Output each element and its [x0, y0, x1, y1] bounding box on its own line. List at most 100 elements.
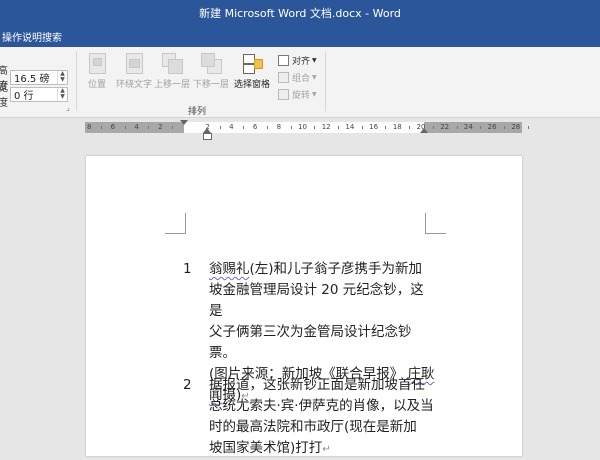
paragraph-text[interactable]: 据报道，这张新钞正面是新加坡首任 总统尤索夫·宾·伊萨克的肖像，以及当 时的最高…	[209, 375, 437, 460]
position-button[interactable]: 位置	[79, 53, 115, 90]
width-spin-arrows[interactable]: ▲ ▼	[57, 87, 67, 101]
position-icon	[87, 53, 107, 74]
window-title: 新建 Microsoft Word 文档.docx - Word	[199, 7, 401, 20]
ruler-number: 6	[252, 123, 258, 131]
ruler-number: 2	[158, 123, 163, 131]
ruler-number: 18	[392, 123, 402, 131]
ruler-number: 4	[229, 123, 234, 131]
ruler-number: 22	[440, 123, 450, 131]
ruler-tick	[361, 126, 363, 129]
text-line[interactable]: 总统尤索夫·宾·伊萨克的肖像，以及当	[209, 396, 437, 417]
bring-forward-icon	[162, 53, 183, 74]
ruler-tick	[266, 126, 268, 129]
width-spinner[interactable]: 0 行 ▲ ▼	[10, 86, 68, 102]
list-item[interactable]: 1 翁赐礼(左)和儿子翁子彦携手为新加 坡金融管理局设计 20 元纪念钞，这是 …	[183, 259, 443, 403]
height-spinner[interactable]: 16.5 磅 ▲ ▼	[10, 69, 68, 85]
arrange-group-label: 排列	[188, 107, 207, 117]
text-line[interactable]: 坡金融管理局设计 20 元纪念钞，这是	[209, 280, 437, 322]
selection-pane-button[interactable]: 选择窗格	[233, 53, 271, 90]
spin-down-icon[interactable]: ▼	[60, 77, 65, 83]
ruler-tick	[432, 126, 434, 129]
ruler-tick	[219, 126, 221, 129]
rotate-icon	[278, 89, 289, 100]
chevron-down-icon: ▼	[312, 91, 317, 98]
height-value[interactable]: 16.5 磅	[14, 70, 49, 85]
selection-pane-label: 选择窗格	[233, 80, 270, 90]
dialog-launcher-icon[interactable]: ⌟	[66, 103, 70, 112]
width-row: 宽度 0 行 ▲ ▼	[0, 83, 68, 109]
send-backward-label: 下移一层	[193, 80, 230, 90]
ruler-number: 28	[511, 123, 521, 131]
width-value[interactable]: 0 行	[14, 87, 34, 102]
ruler-tick	[243, 126, 245, 129]
ruler-number: 14	[345, 123, 355, 131]
rotate-button[interactable]: 旋转 ▼	[278, 87, 317, 102]
first-line-indent-marker[interactable]	[180, 120, 188, 125]
send-backward-button[interactable]: 下移一层	[193, 53, 229, 90]
text-line[interactable]: 坡国家美术馆)打打↵	[209, 438, 437, 460]
ruler-tick	[480, 126, 482, 129]
text-span[interactable]: (左)和儿子翁子彦携手为新加	[250, 261, 423, 277]
chevron-down-icon: ▼	[312, 74, 317, 81]
ruler-number: 10	[298, 123, 307, 131]
text-line[interactable]: 父子俩第三次为金管局设计纪念钞票。	[209, 322, 437, 364]
rotate-label: 旋转	[292, 91, 311, 101]
ruler-tick	[101, 126, 103, 129]
ruler-tick	[338, 126, 340, 129]
wrap-text-button[interactable]: 环绕文字	[114, 53, 154, 90]
chevron-down-icon: ▼	[312, 57, 317, 64]
title-bar: 新建 Microsoft Word 文档.docx - Word	[0, 0, 600, 26]
text-line[interactable]: 据报道，这张新钞正面是新加坡首任	[209, 375, 437, 396]
group-label: 组合	[292, 74, 311, 84]
text-line[interactable]: 翁赐礼(左)和儿子翁子彦携手为新加	[209, 259, 437, 280]
ruler-number: 8	[276, 123, 282, 131]
ruler-tick	[124, 126, 126, 129]
group-icon	[278, 72, 289, 83]
ribbon: 高度 16.5 磅 ▲▼ 宽度 0 行 ▲▼ ⌟ 位置 环绕文字 上移一层	[0, 47, 600, 118]
height-spin-arrows[interactable]: ▲ ▼	[57, 70, 67, 84]
ruler-tick	[409, 126, 411, 129]
list-item[interactable]: 2 据报道，这张新钞正面是新加坡首任 总统尤索夫·宾·伊萨克的肖像，以及当 时的…	[183, 375, 443, 459]
wrap-text-icon	[124, 53, 144, 74]
text-line[interactable]: 时的最高法院和市政厅(现在是新加	[209, 417, 437, 438]
ruler-tick	[172, 126, 174, 129]
height-row: 高度 16.5 磅 ▲ ▼	[0, 66, 68, 92]
left-indent-marker[interactable]	[203, 133, 212, 140]
align-icon	[278, 55, 289, 66]
wrap-text-label: 环绕文字	[115, 80, 152, 90]
ruler-tick	[503, 126, 505, 129]
text-span[interactable]: 坡国家美术馆)打打	[209, 440, 322, 456]
right-indent-marker[interactable]	[420, 128, 428, 133]
ruler-tick	[314, 126, 316, 129]
send-backward-icon	[201, 53, 222, 74]
position-label: 位置	[87, 80, 106, 90]
document-page[interactable]: 1 翁赐礼(左)和儿子翁子彦携手为新加 坡金融管理局设计 20 元纪念钞，这是 …	[86, 156, 522, 456]
spin-down-icon[interactable]: ▼	[60, 94, 65, 100]
horizontal-ruler[interactable]: 8 6 4 2 2 4 6 8 10 12 14 16 18 20 22 24 26 28	[85, 122, 529, 133]
ruler-number: 6	[110, 123, 116, 131]
ruler-tick	[290, 126, 292, 129]
tell-me-text[interactable]: 操作说明搜索	[2, 29, 62, 44]
ribbon-separator	[76, 51, 77, 111]
ruler-tick	[527, 126, 529, 129]
align-button[interactable]: 对齐 ▼	[278, 53, 317, 68]
tell-me-bar[interactable]: 操作说明搜索	[0, 26, 600, 47]
align-label: 对齐	[292, 57, 311, 67]
ruler-number: 26	[487, 123, 497, 131]
ruler-number: 8	[86, 123, 92, 131]
ruler-number: 4	[134, 123, 139, 131]
group-button[interactable]: 组合 ▼	[278, 70, 317, 85]
list-number: 1	[183, 261, 192, 277]
margin-corner-left	[165, 213, 186, 234]
selection-pane-icon	[242, 53, 263, 74]
width-label: 宽度	[0, 83, 8, 109]
spelling-flagged-word[interactable]: 翁赐礼	[209, 261, 250, 277]
ruler-number: 16	[369, 123, 379, 131]
margin-corner-right	[425, 213, 446, 234]
ruler-number: 24	[463, 123, 473, 131]
ruler-number: 12	[321, 123, 331, 131]
ribbon-separator	[325, 51, 326, 111]
bring-forward-button[interactable]: 上移一层	[154, 53, 190, 90]
bring-forward-label: 上移一层	[154, 80, 191, 90]
ruler-tick	[456, 126, 458, 129]
